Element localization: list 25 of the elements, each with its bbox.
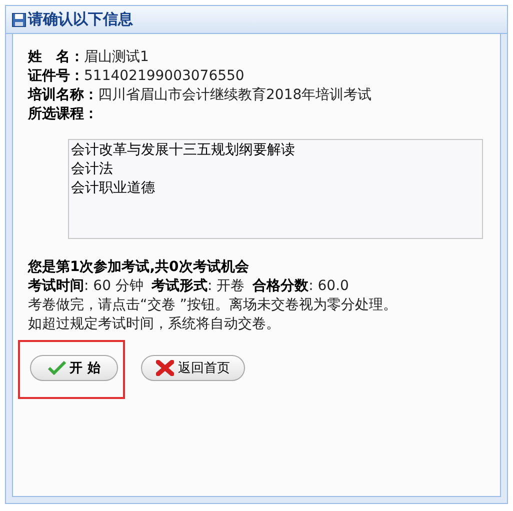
course-listbox[interactable]: 会计改革与发展十三五规划纲要解读 会计法 会计职业道德 bbox=[68, 139, 483, 239]
start-button[interactable]: 开 始 bbox=[30, 355, 118, 381]
info-value: : 60.0 bbox=[308, 278, 349, 294]
field-value: 四川省眉山市会计继续教育2018年培训考试 bbox=[98, 87, 372, 103]
field-value: 眉山测试1 bbox=[84, 49, 149, 65]
field-label: 证件号： bbox=[28, 68, 84, 84]
field-label: 所选课程： bbox=[28, 106, 98, 122]
close-icon bbox=[156, 360, 174, 376]
info-label: 合格分数 bbox=[252, 278, 309, 294]
instruction-text: 如超过规定考试时间，系统将自动交卷。 bbox=[28, 315, 281, 334]
back-home-button[interactable]: 返回首页 bbox=[141, 355, 245, 381]
course-option[interactable]: 会计职业道德 bbox=[71, 179, 480, 198]
course-option[interactable]: 会计法 bbox=[71, 160, 480, 179]
checkmark-icon bbox=[48, 361, 66, 375]
course-option[interactable]: 会计改革与发展十三五规划纲要解读 bbox=[71, 141, 480, 160]
info-label: 考试形式 bbox=[151, 278, 208, 294]
attempt-notice: 您是第1次参加考试,共0次考试机会 bbox=[28, 258, 250, 277]
info-value: : 60 分钟 bbox=[84, 278, 144, 294]
instruction-text: 考卷做完，请点击“交卷 ”按钮。离场未交卷视为零分处理。 bbox=[28, 296, 398, 315]
panel-title: 请确认以下信息 bbox=[28, 10, 133, 29]
field-label: 姓 名： bbox=[28, 49, 84, 65]
info-label: 考试时间 bbox=[28, 278, 84, 294]
field-label: 培训名称： bbox=[28, 87, 98, 103]
info-value: : 开卷 bbox=[207, 278, 245, 294]
field-value: 511402199003076550 bbox=[84, 68, 244, 84]
